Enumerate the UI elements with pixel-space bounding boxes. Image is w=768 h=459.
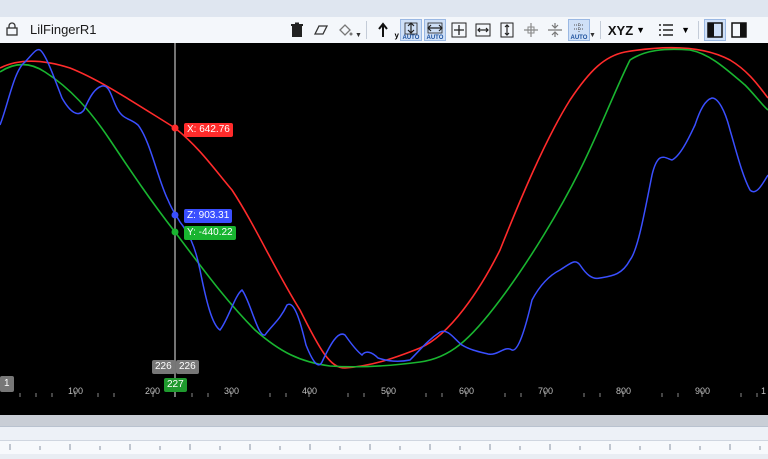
compress-icon [547, 23, 562, 37]
x-curve [0, 46, 768, 369]
layout-left-button[interactable] [704, 19, 727, 41]
tick-300: 300 [224, 386, 240, 396]
z-readout: Z: 903.31 [184, 209, 233, 223]
y-axis-button[interactable]: y [372, 19, 399, 41]
x-readout: X: 642.76 [184, 123, 233, 137]
lock-icon[interactable] [6, 22, 18, 36]
auto-label: AUTO [570, 35, 588, 41]
tick-200: 200 [145, 386, 161, 396]
paint-bucket-icon [339, 24, 353, 36]
auto-scale-y-button[interactable]: AUTO [399, 19, 422, 41]
z-marker [171, 211, 179, 219]
fit-all-button[interactable] [448, 19, 470, 41]
toolbar-separator [599, 21, 601, 39]
paint-button[interactable] [334, 19, 356, 41]
cursor-right-label: 226 [176, 360, 199, 374]
tick-400: 400 [302, 386, 318, 396]
toolbar: ▼ y AUTO AUTO AUTO ▼ XYZ ▼ ▼ [285, 17, 751, 43]
layout-right-button[interactable] [728, 19, 750, 41]
curve-canvas [0, 43, 768, 397]
tick-500: 500 [381, 386, 397, 396]
eraser-icon [313, 25, 329, 35]
auto-scale-x-button[interactable]: AUTO [423, 19, 446, 41]
y-curve [0, 48, 768, 368]
toolbar-separator [698, 21, 700, 39]
auto-label: AUTO [426, 35, 444, 41]
y-marker [171, 228, 179, 236]
tick-800: 800 [616, 386, 632, 396]
toolbar-separator [365, 21, 367, 39]
delete-button[interactable] [286, 19, 308, 41]
timeline-scrollbar[interactable] [0, 415, 768, 426]
vertical-expand-icon [500, 22, 514, 38]
compress-button[interactable] [544, 19, 566, 41]
timeline-track[interactable] [0, 426, 768, 441]
panel-left-icon [707, 22, 723, 38]
y-axis-label: y [394, 31, 399, 40]
panel-header: LilFingerR1 ▼ y AUTO AUTO AUTO ▼ XYZ ▼ ▼ [0, 17, 768, 44]
ruler-ticks [9, 444, 761, 450]
zoom-horizontal-button[interactable] [472, 19, 494, 41]
crosshair-button[interactable] [520, 19, 542, 41]
panel-right-icon [731, 22, 747, 38]
chevron-down-icon[interactable]: ▼ [636, 25, 645, 35]
list-menu-button[interactable] [652, 19, 680, 41]
move-arrows-icon [451, 22, 467, 38]
tick-1000: 1 [761, 386, 767, 396]
tick-700: 700 [538, 386, 554, 396]
tick-100: 100 [68, 386, 84, 396]
chevron-down-icon[interactable]: ▼ [681, 25, 690, 35]
cursor-left-label: 226 [152, 360, 175, 374]
tick-900: 900 [695, 386, 711, 396]
horizontal-expand-icon [475, 23, 491, 37]
tick-600: 600 [459, 386, 475, 396]
plot-area[interactable]: X: 642.76 Z: 903.31 Y: -440.22 226 226 [0, 43, 768, 397]
list-icon [659, 24, 674, 36]
auto-grid-button[interactable]: AUTO [567, 19, 590, 41]
paint-dropdown-caret[interactable]: ▼ [355, 32, 362, 39]
y-readout: Y: -440.22 [184, 226, 236, 240]
grid-dropdown-caret[interactable]: ▼ [589, 32, 596, 39]
x-axis: 1 227 100 200 300 400 500 600 700 800 90… [0, 376, 768, 415]
xyz-selector[interactable]: XYZ [608, 23, 633, 38]
arrow-up-icon [378, 22, 388, 37]
eraser-button[interactable] [310, 19, 332, 41]
auto-label: AUTO [402, 35, 420, 41]
z-curve [0, 48, 768, 366]
panel-title: LilFingerR1 [30, 22, 97, 37]
timeline-ruler[interactable] [0, 440, 768, 454]
zoom-vertical-button[interactable] [496, 19, 518, 41]
top-strip [0, 0, 768, 18]
x-marker [171, 124, 179, 132]
crosshair-icon [523, 23, 538, 37]
trash-icon [291, 22, 303, 37]
